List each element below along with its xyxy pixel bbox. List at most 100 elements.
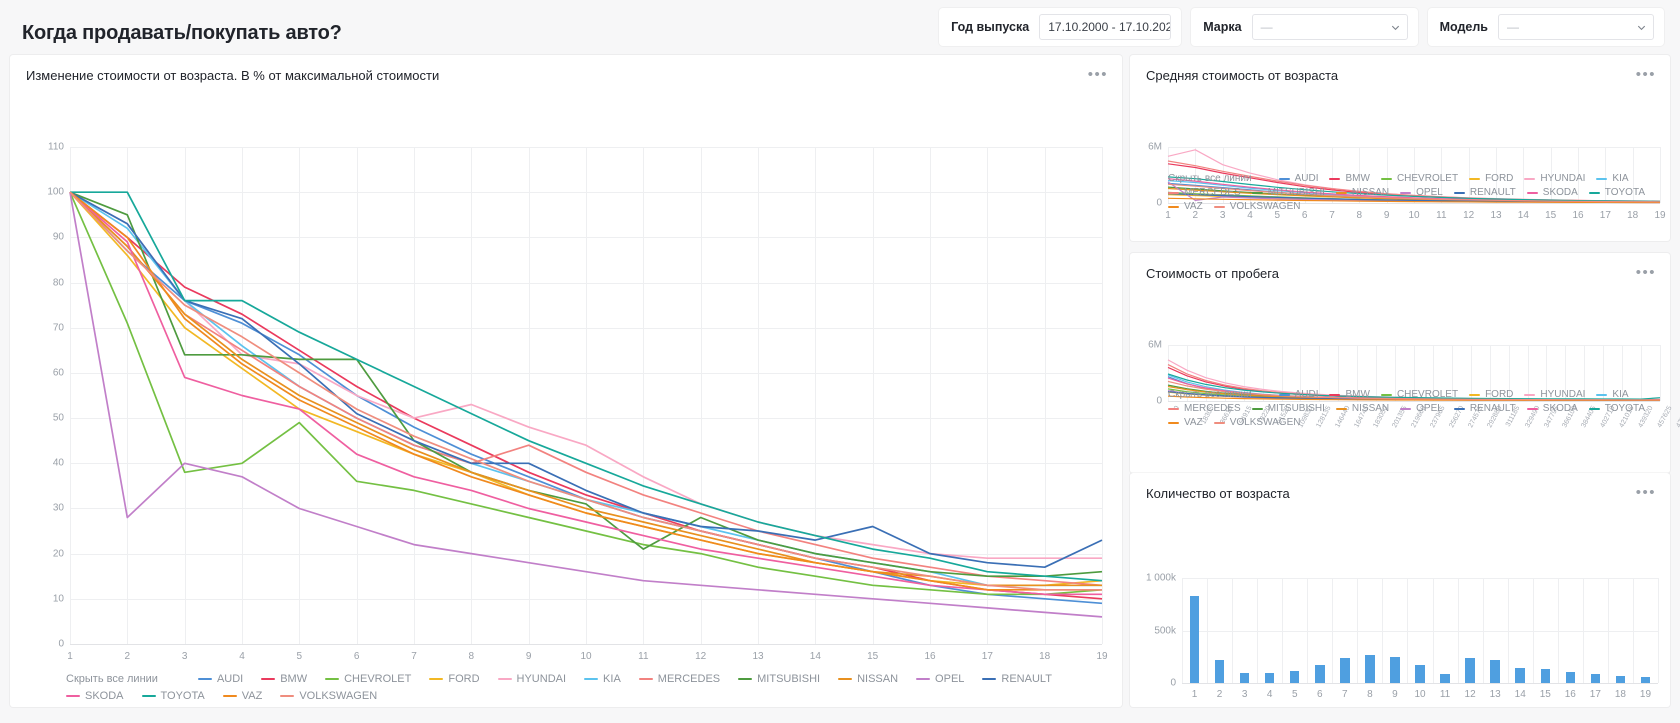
y-axis-tick: 500k <box>1154 625 1176 636</box>
series-line-nissan[interactable] <box>69 191 1102 587</box>
bar-7[interactable] <box>1340 658 1350 683</box>
bar-16[interactable] <box>1565 671 1576 683</box>
series-line-mitsubishi[interactable] <box>69 191 1103 578</box>
bar-5[interactable] <box>1289 671 1300 683</box>
bar-6[interactable] <box>1315 664 1325 683</box>
legend-item-label: AUDI <box>1294 389 1319 400</box>
legend-item-volkswagen[interactable]: VOLKSWAGEN <box>1213 417 1300 428</box>
filter-brand-select[interactable]: — <box>1251 14 1408 40</box>
legend-item-audi[interactable]: AUDI <box>1278 173 1318 184</box>
legend-swatch-icon <box>1588 407 1600 410</box>
legend-item-hyundai[interactable]: HYUNDAI <box>497 673 566 685</box>
filter-year-input[interactable]: 17.10.2000 - 17.10.2020 ✕ <box>1039 14 1172 40</box>
legend-item-mitsubishi[interactable]: MITSUBISHI <box>1251 187 1325 198</box>
bar-13[interactable] <box>1490 660 1500 683</box>
legend-item-vaz[interactable]: VAZ <box>1168 417 1203 428</box>
series-line-renault[interactable] <box>69 191 1103 569</box>
legend-item-chevrolet[interactable]: CHEVROLET <box>325 673 411 685</box>
legend-item-mercedes[interactable]: MERCEDES <box>1168 403 1241 414</box>
legend-item-vaz[interactable]: VAZ <box>222 690 262 702</box>
filter-model[interactable]: Модель — <box>1427 8 1664 46</box>
bar-4[interactable] <box>1264 673 1275 683</box>
bar-18[interactable] <box>1615 675 1626 683</box>
series-line-ford[interactable] <box>69 191 1103 587</box>
bar-17[interactable] <box>1590 674 1601 683</box>
filter-bar: Год выпуска 17.10.2000 - 17.10.2020 ✕ Ма… <box>939 8 1664 46</box>
legend-item-renault[interactable]: RENAULT <box>1453 187 1516 198</box>
legend-item-bmw[interactable]: BMW <box>1329 173 1370 184</box>
legend-item-ford[interactable]: FORD <box>429 673 480 685</box>
legend-item-label: AUDI <box>216 673 244 685</box>
bar-19[interactable] <box>1640 676 1651 683</box>
legend-item-mercedes[interactable]: MERCEDES <box>638 673 720 685</box>
legend-item-chevrolet[interactable]: CHEVROLET <box>1380 389 1458 400</box>
legend-item-opel[interactable]: OPEL <box>1400 403 1443 414</box>
legend-item-kia[interactable]: KIA <box>1596 173 1629 184</box>
legend-item-hyundai[interactable]: HYUNDAI <box>1524 389 1585 400</box>
legend-item-ford[interactable]: FORD <box>1469 389 1513 400</box>
legend-item-mitsubishi[interactable]: MITSUBISHI <box>1251 403 1325 414</box>
legend-item-hyundai[interactable]: HYUNDAI <box>1524 173 1585 184</box>
card-price-change-by-age: Изменение стоимости от возраста. В % от … <box>10 55 1122 707</box>
legend-item-audi[interactable]: AUDI <box>1278 389 1319 400</box>
legend-swatch-icon <box>1335 191 1347 194</box>
legend-item-audi[interactable]: AUDI <box>197 673 244 685</box>
series-line-chevrolet[interactable] <box>69 191 1103 596</box>
legend-reset-button[interactable]: Скрыть все линии <box>66 673 158 685</box>
legend-swatch-icon <box>638 677 653 681</box>
legend-item-vaz[interactable]: VAZ <box>1168 201 1203 212</box>
bar-8[interactable] <box>1365 655 1375 683</box>
bar-11[interactable] <box>1440 674 1450 683</box>
legend-item-ford[interactable]: FORD <box>1469 173 1513 184</box>
series-line-opel[interactable] <box>69 192 1103 618</box>
legend-item-label: MITSUBISHI <box>1267 403 1325 414</box>
legend-swatch-icon <box>1453 191 1465 194</box>
top-bar: Когда продавать/покупать авто? Год выпус… <box>0 0 1680 55</box>
series-line-kia[interactable] <box>69 191 1102 587</box>
legend-item-bmw[interactable]: BMW <box>261 673 307 685</box>
bar-14[interactable] <box>1515 667 1525 683</box>
filter-model-select[interactable]: — <box>1498 14 1654 40</box>
legend-item-skoda[interactable]: SKODA <box>1526 403 1578 414</box>
legend-item-nissan[interactable]: NISSAN <box>1335 187 1389 198</box>
legend-item-opel[interactable]: OPEL <box>916 673 964 685</box>
gridline-vertical <box>1507 578 1509 683</box>
legend-item-kia[interactable]: KIA <box>1596 389 1629 400</box>
legend-item-label: TOYOTA <box>1604 403 1645 414</box>
series-line-skoda[interactable] <box>69 191 1102 596</box>
legend-swatch-icon <box>1251 407 1263 410</box>
series-line-audi[interactable] <box>69 191 1103 605</box>
legend-reset-button[interactable]: Скрыть все линии <box>1168 173 1252 184</box>
series-line-mercedes[interactable] <box>69 191 1103 587</box>
legend-item-toyota[interactable]: TOYOTA <box>1588 403 1645 414</box>
card-count-by-age: Количество от возраста ••• 0 500k 1 000k 1 2… <box>1130 473 1670 707</box>
bar-3[interactable] <box>1239 672 1250 683</box>
legend-item-skoda[interactable]: SKODA <box>66 690 124 702</box>
legend-item-toyota[interactable]: TOYOTA <box>141 690 205 702</box>
bar-15[interactable] <box>1540 669 1551 683</box>
bar-1[interactable] <box>1189 595 1200 683</box>
legend-item-nissan[interactable]: NISSAN <box>1335 403 1389 414</box>
legend-item-volkswagen[interactable]: VOLKSWAGEN <box>280 690 377 702</box>
legend-item-opel[interactable]: OPEL <box>1400 187 1443 198</box>
bar-2[interactable] <box>1214 660 1225 683</box>
legend-item-volkswagen[interactable]: VOLKSWAGEN <box>1213 201 1300 212</box>
bar-10[interactable] <box>1415 664 1425 683</box>
filter-brand[interactable]: Марка — <box>1191 8 1418 46</box>
legend-item-skoda[interactable]: SKODA <box>1526 187 1578 198</box>
series-line-bmw[interactable] <box>69 191 1103 600</box>
bar-12[interactable] <box>1465 658 1475 683</box>
legend-item-chevrolet[interactable]: CHEVROLET <box>1380 173 1458 184</box>
legend-item-mitsubishi[interactable]: MITSUBISHI <box>738 673 820 685</box>
filter-year[interactable]: Год выпуска 17.10.2000 - 17.10.2020 ✕ <box>939 8 1182 46</box>
legend-item-renault[interactable]: RENAULT <box>1453 403 1516 414</box>
bar-9[interactable] <box>1390 657 1400 683</box>
legend-item-mercedes[interactable]: MERCEDES <box>1168 187 1241 198</box>
legend-item-nissan[interactable]: NISSAN <box>838 673 898 685</box>
legend-item-bmw[interactable]: BMW <box>1329 389 1370 400</box>
chart-plot-area: 0 6M 1 2 3 4 5 6 7 8 9 10 11 12 13 14 15 16 17 18 19 <box>1130 55 1670 241</box>
legend-item-renault[interactable]: RENAULT <box>982 673 1052 685</box>
legend-item-kia[interactable]: KIA <box>584 673 621 685</box>
legend-item-toyota[interactable]: TOYOTA <box>1588 187 1645 198</box>
legend-reset-button[interactable]: Скрыть все линии <box>1168 389 1252 400</box>
